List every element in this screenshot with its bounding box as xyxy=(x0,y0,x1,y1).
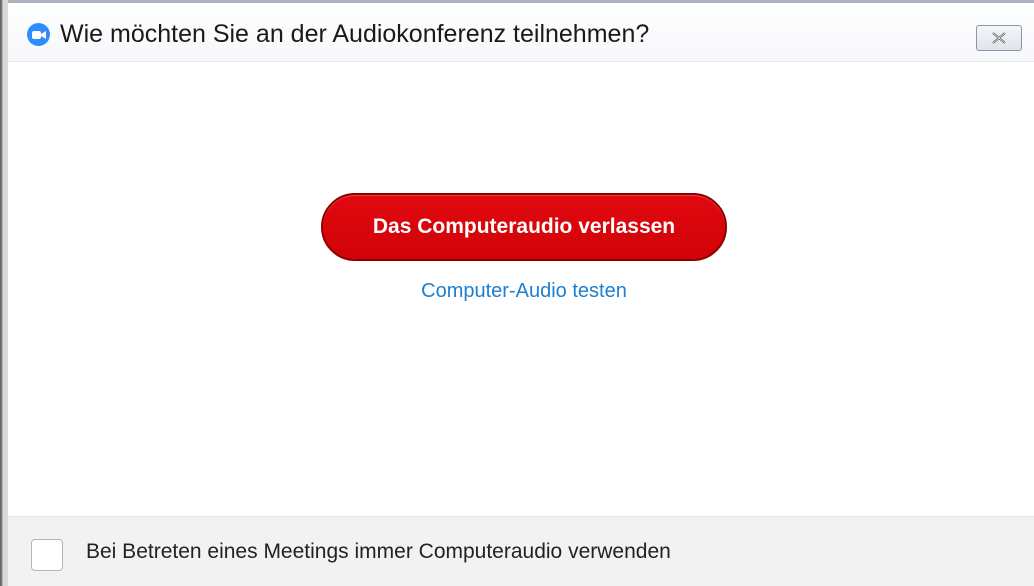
dialog-title: Wie möchten Sie an der Audiokonferenz te… xyxy=(60,20,650,48)
test-computer-audio-link[interactable]: Computer-Audio testen xyxy=(321,280,727,303)
close-x-icon xyxy=(992,32,1006,44)
dialog-footer: Bei Betreten eines Meetings immer Comput… xyxy=(8,516,1034,586)
close-button[interactable] xyxy=(976,25,1022,51)
leave-computer-audio-button[interactable]: Das Computeraudio verlassen xyxy=(321,193,727,261)
always-use-computer-audio-checkbox[interactable] xyxy=(31,539,63,571)
window-left-border xyxy=(0,0,8,586)
title-bar-edge xyxy=(8,0,1034,3)
always-use-computer-audio-label[interactable]: Bei Betreten eines Meetings immer Comput… xyxy=(86,540,671,564)
title-bar: Wie möchten Sie an der Audiokonferenz te… xyxy=(8,0,1034,62)
audio-conference-dialog: Wie möchten Sie an der Audiokonferenz te… xyxy=(0,0,1034,586)
dialog-content: Das Computeraudio verlassen Computer-Aud… xyxy=(8,62,1034,516)
zoom-camera-icon xyxy=(27,23,50,46)
